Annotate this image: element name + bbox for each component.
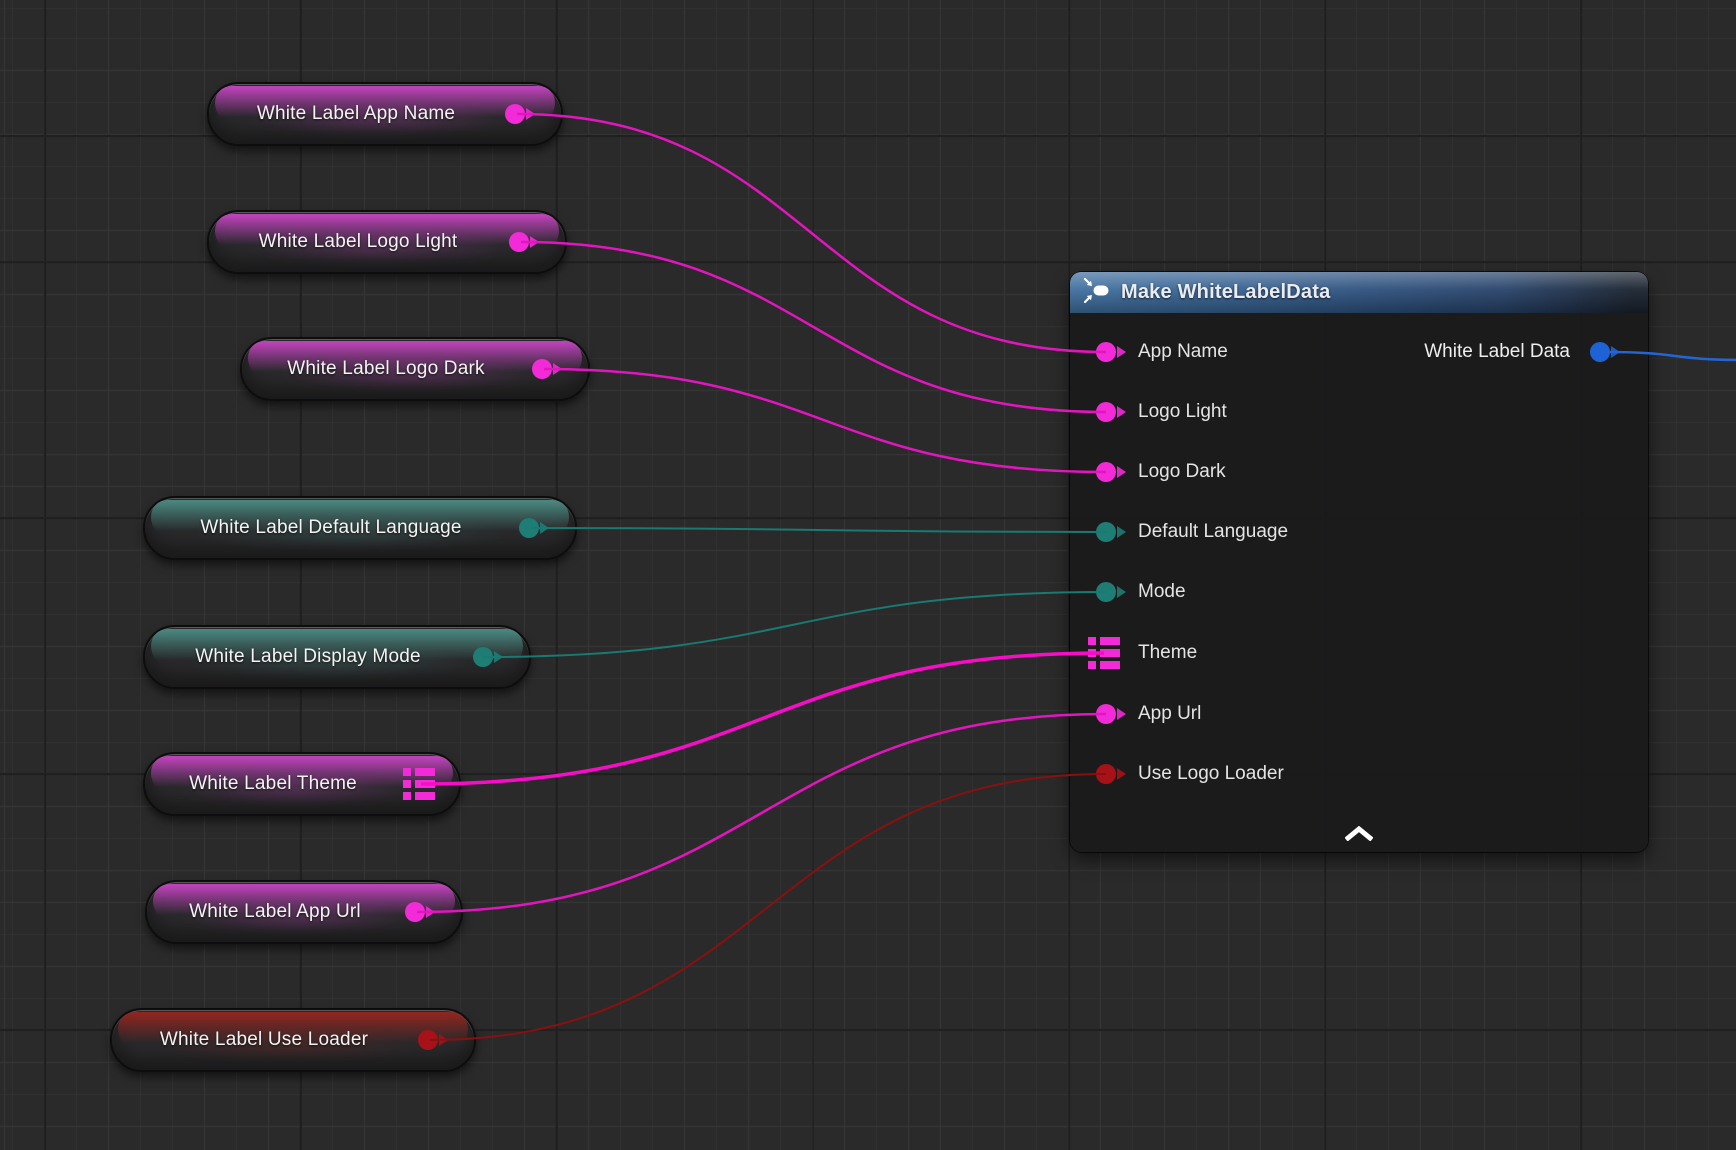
input-pin-logo-dark[interactable] [1096,462,1116,482]
collapse-node-button[interactable] [1339,822,1379,844]
getter-output-pin-white-label-logo-dark[interactable] [532,359,552,379]
getter-output-pin-white-label-app-name[interactable] [505,104,525,124]
input-pin-app-url[interactable] [1096,704,1116,724]
wire[interactable] [430,774,1106,1040]
getter-label: White Label Use Loader [160,1029,426,1051]
getter-node-white-label-display-mode[interactable]: White Label Display Mode [143,625,531,689]
input-pin-default-language[interactable] [1096,522,1116,542]
input-pin-label: Theme [1138,642,1197,664]
make-whitelabeldata-node[interactable]: Make WhiteLabelData App NameLogo LightLo… [1070,272,1648,852]
input-pin-row-logo-dark: Logo Dark [1070,456,1648,488]
getter-label: White Label Logo Dark [287,358,542,380]
getter-node-white-label-logo-dark[interactable]: White Label Logo Dark [240,337,590,401]
input-pin-logo-light[interactable] [1096,402,1116,422]
getter-node-white-label-app-url[interactable]: White Label App Url [145,880,463,944]
wire[interactable] [483,592,1106,657]
input-pin-mode[interactable] [1096,582,1116,602]
input-pin-use-logo-loader[interactable] [1096,764,1116,784]
getter-node-white-label-default-language[interactable]: White Label Default Language [143,496,577,560]
getter-label: White Label App Url [189,901,419,923]
struct-cell [415,768,435,776]
input-pin-row-app-url: App Url [1070,698,1648,730]
struct-cell [1088,649,1096,657]
struct-cell [403,792,411,800]
wire[interactable] [544,369,1106,472]
getter-output-pin-white-label-display-mode[interactable] [473,647,493,667]
struct-cell [1088,661,1096,669]
input-pin-label: Mode [1138,581,1186,603]
node-header[interactable]: Make WhiteLabelData [1070,272,1648,313]
input-pin-label: Logo Dark [1138,461,1226,483]
getter-label: White Label App Name [257,103,513,125]
make-struct-icon [1083,277,1111,309]
output-pin-white-label-data[interactable] [1590,342,1610,362]
struct-cell [403,780,411,788]
getter-output-pin-white-label-logo-light[interactable] [509,232,529,252]
blueprint-graph-canvas[interactable]: Make WhiteLabelData App NameLogo LightLo… [0,0,1736,1150]
input-pin-row-logo-light: Logo Light [1070,396,1648,428]
input-pin-theme[interactable] [1088,637,1120,669]
struct-cell [403,768,411,776]
struct-cell [1100,637,1120,645]
node-title: Make WhiteLabelData [1121,281,1330,304]
input-pin-row-use-logo-loader: Use Logo Loader [1070,758,1648,790]
getter-node-white-label-use-loader[interactable]: White Label Use Loader [110,1008,476,1072]
output-pin-label: White Label Data [1424,341,1570,363]
getter-output-pin-white-label-app-url[interactable] [405,902,425,922]
getter-output-pin-white-label-theme[interactable] [403,768,435,800]
getter-output-pin-white-label-use-loader[interactable] [418,1030,438,1050]
struct-cell [415,780,435,788]
wire[interactable] [521,242,1106,412]
struct-cell [1100,649,1120,657]
output-pin-row: White Label Data [1070,336,1648,368]
getter-label: White Label Display Mode [195,646,479,668]
getter-label: White Label Default Language [200,517,519,539]
wire[interactable] [531,528,1106,532]
chevron-up-icon [1345,826,1373,841]
input-pin-row-mode: Mode [1070,576,1648,608]
getter-output-pin-white-label-default-language[interactable] [519,518,539,538]
getter-label: White Label Logo Light [259,231,516,253]
input-pin-label: Use Logo Loader [1138,763,1284,785]
input-pin-row-default-language: Default Language [1070,516,1648,548]
struct-cell [415,792,435,800]
getter-node-white-label-theme[interactable]: White Label Theme [143,752,461,816]
input-pin-row-theme: Theme [1070,637,1648,669]
input-pin-label: Default Language [1138,521,1288,543]
struct-cell [1100,661,1120,669]
wire[interactable] [417,714,1106,912]
struct-cell [1088,637,1096,645]
input-pin-label: App Url [1138,703,1201,725]
input-pin-label: Logo Light [1138,401,1227,423]
getter-node-white-label-app-name[interactable]: White Label App Name [207,82,563,146]
getter-node-white-label-logo-light[interactable]: White Label Logo Light [207,210,567,274]
wire[interactable] [517,114,1106,352]
getter-label: White Label Theme [189,773,415,795]
